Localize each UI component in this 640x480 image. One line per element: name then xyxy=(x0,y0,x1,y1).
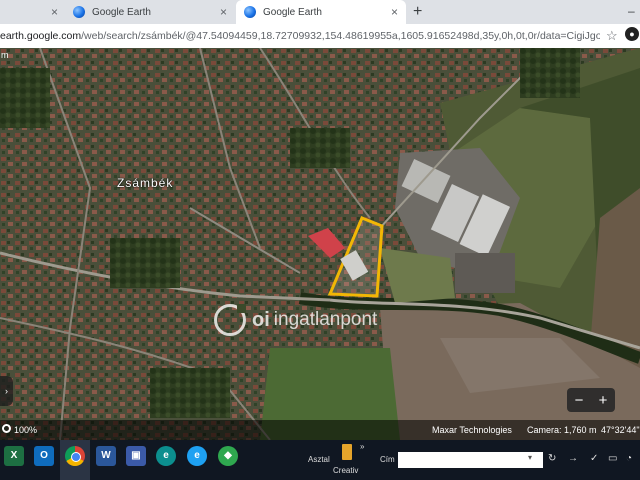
watermark-logo-icon xyxy=(214,304,246,336)
tab-close-icon[interactable]: × xyxy=(391,5,398,19)
browser-tab-google-earth-1[interactable]: Google Earth × xyxy=(65,0,235,24)
left-panel-toggle[interactable]: › xyxy=(0,376,13,406)
excel-icon[interactable]: X xyxy=(4,446,24,466)
browser-tab-google-earth-active[interactable]: Google Earth × xyxy=(236,0,406,24)
satellite-map-view[interactable]: m Zsámbék oi ingatlanpont › − + 100% Max… xyxy=(0,48,640,440)
address-toolbar-input[interactable] xyxy=(398,452,543,468)
toolbar-overflow-button[interactable]: » xyxy=(360,442,364,451)
ingatlanpont-watermark: oi ingatlanpont xyxy=(214,304,377,336)
network-tray-icon[interactable]: ✓ xyxy=(590,453,598,464)
tab-close-icon[interactable]: × xyxy=(220,5,227,19)
new-tab-button[interactable]: + xyxy=(413,3,422,21)
browser-tab-strip: × Google Earth × Google Earth × + – xyxy=(0,0,640,24)
window-minimize-button[interactable]: – xyxy=(628,4,635,18)
browser-tab-previous[interactable]: × xyxy=(0,0,64,24)
dropdown-chevron-icon[interactable]: ▾ xyxy=(528,453,532,462)
word-icon[interactable]: W xyxy=(96,446,116,466)
zoom-control: − + xyxy=(567,388,615,412)
zoom-in-button[interactable]: + xyxy=(599,392,608,409)
creativ-folder-label[interactable]: Creativ xyxy=(333,466,358,475)
google-earth-favicon-icon xyxy=(244,6,256,18)
url-path: /web/search/zsámbék/@47.54094459,18.7270… xyxy=(81,30,600,42)
address-bar: earth.google.com/web/search/zsámbék/@47.… xyxy=(0,24,640,49)
tab-close-icon[interactable]: × xyxy=(51,5,58,19)
satellite-imagery xyxy=(0,48,640,440)
imagery-attribution: Maxar Technologies xyxy=(432,425,512,435)
load-percent: 100% xyxy=(14,425,38,435)
star-outline-icon[interactable]: ☆ xyxy=(606,28,618,44)
watermark-brand: oi xyxy=(252,308,270,331)
display-tray-icon[interactable]: ▭ xyxy=(608,453,617,464)
refresh-icon[interactable]: ↻ xyxy=(548,453,556,464)
windows-taskbar: X O W ▣ e e ◆ Asztal Creativ » Cím ▾ ↻ →… xyxy=(0,440,640,480)
url-host: earth.google.com xyxy=(0,30,82,42)
tab-title: Google Earth xyxy=(92,6,151,18)
tab-title: Google Earth xyxy=(263,6,322,18)
address-toolbar-label: Cím xyxy=(380,455,395,464)
place-label-zsambek[interactable]: Zsámbék xyxy=(117,176,173,190)
go-arrow-icon[interactable]: → xyxy=(568,453,578,464)
maps-app-icon[interactable]: ◆ xyxy=(218,446,238,466)
save-icon[interactable]: ▣ xyxy=(126,446,146,466)
url-field[interactable]: earth.google.com/web/search/zsámbék/@47.… xyxy=(0,24,600,48)
loading-icon xyxy=(2,424,11,433)
internet-explorer-icon[interactable]: e xyxy=(187,446,207,466)
map-status-bar: 100% Maxar Technologies Camera: 1,760 m … xyxy=(0,420,640,440)
desktop-toolbar-label[interactable]: Asztal xyxy=(308,455,330,464)
top-left-marker: m xyxy=(1,50,9,60)
edge-icon[interactable]: e xyxy=(156,446,176,466)
wifi-tray-icon[interactable]: ◔ xyxy=(626,453,632,464)
coordinates-readout: 47°32'44" xyxy=(601,425,640,435)
chrome-icon[interactable] xyxy=(65,446,85,466)
camera-altitude: Camera: 1,760 m xyxy=(527,425,597,435)
outlook-icon[interactable]: O xyxy=(34,446,54,466)
extension-icon[interactable]: ● xyxy=(625,27,639,41)
folder-icon[interactable] xyxy=(342,444,352,460)
google-earth-favicon-icon xyxy=(73,6,85,18)
zoom-out-button[interactable]: − xyxy=(575,392,584,409)
watermark-text: ingatlanpont xyxy=(273,309,378,330)
